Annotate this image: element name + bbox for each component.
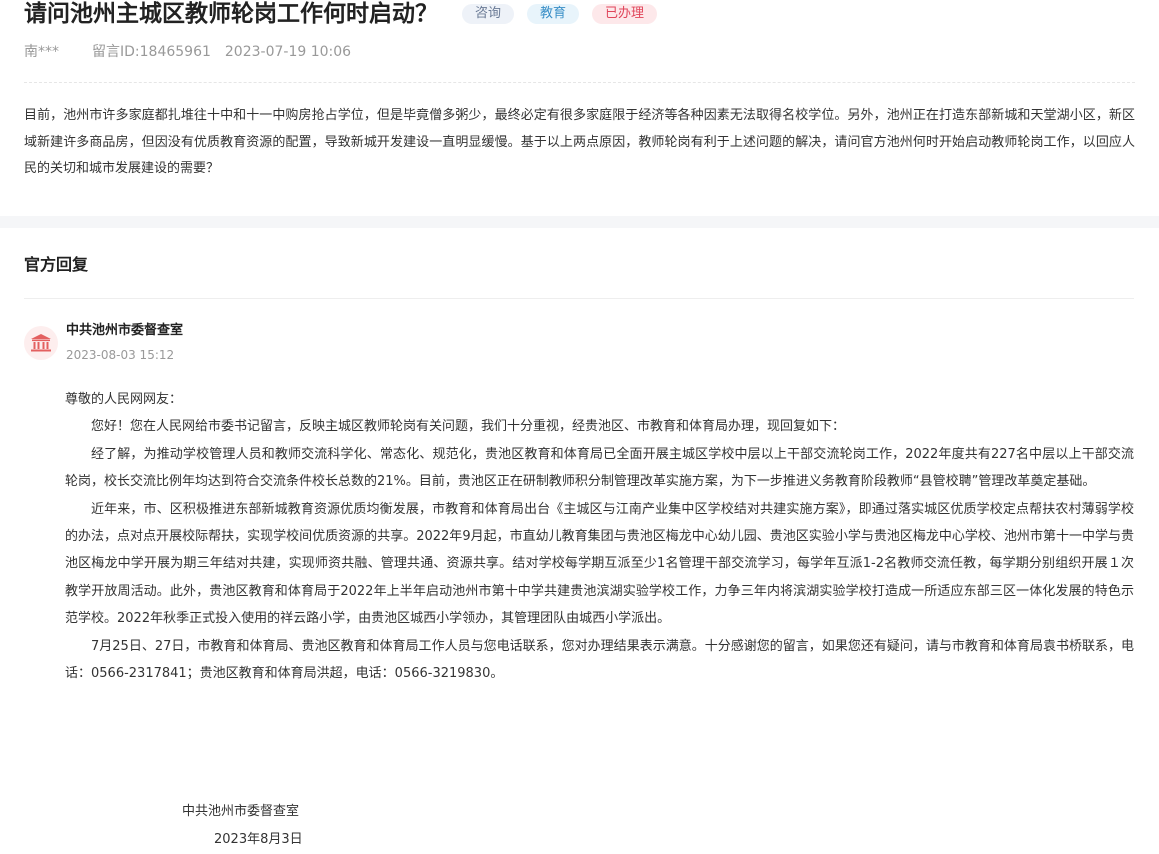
reply-body: 尊敬的人民网网友： 您好！您在人民网给市委书记留言，反映主城区教师轮岗有关问题，… xyxy=(65,386,1134,687)
reply-paragraph: 您好！您在人民网给市委书记留言，反映主城区教师轮岗有关问题，我们十分重视，经贵池… xyxy=(91,419,846,435)
question-title: 请问池州主城区教师轮岗工作何时启动？ xyxy=(24,1,438,27)
reply-datetime: 2023-08-03 15:12 xyxy=(66,348,175,362)
reply-org: 中共池州市委督查室 2023-08-03 15:12 xyxy=(24,323,1134,363)
signature-org: 中共池州市委督查室 xyxy=(182,804,300,819)
reply-paragraph: 经了解，为推动学校管理人员和教师交流科学化、常态化、规范化，贵池区教育和体育局已… xyxy=(65,446,1134,490)
title-row: 请问池州主城区教师轮岗工作何时启动？ 咨询 教育 已办理 xyxy=(24,0,1135,30)
reply-paragraph: 近年来，市、区积极推进东部新城教育资源优质均衡发展，市教育和体育局出台《主城区与… xyxy=(65,501,1134,627)
question-meta: 南*** 留言ID:18465961 2023-07-19 10:06 xyxy=(24,41,1135,63)
org-info: 中共池州市委督查室 2023-08-03 15:12 xyxy=(66,323,183,363)
official-reply-section: 官方回复 中共池州市委督查室 2023-08-03 15:12 尊敬的人民网网友… xyxy=(24,252,1134,687)
divider xyxy=(24,82,1135,83)
reply-signature: 中共池州市委督查室 2023年8月3日 xyxy=(182,798,303,854)
reply-greeting: 尊敬的人民网网友： xyxy=(65,392,183,407)
government-building-icon xyxy=(24,326,58,360)
reply-paragraph: 7月25日、27日，市教育和体育局、贵池区教育和体育局工作人员与您电话联系，您对… xyxy=(65,638,1134,682)
reply-heading: 官方回复 xyxy=(24,255,89,274)
author-name: 南*** xyxy=(24,44,59,60)
signature-date: 2023年8月3日 xyxy=(214,832,303,847)
org-name: 中共池州市委督查室 xyxy=(66,323,184,338)
question-datetime: 2023-07-19 10:06 xyxy=(224,44,352,60)
status-badge: 已办理 xyxy=(592,4,658,24)
message-id: 留言ID:18465961 xyxy=(92,44,211,60)
divider xyxy=(24,298,1134,299)
question-body: 目前，池州市许多家庭都扎堆往十中和十一中购房抢占学位，但是毕竟僧多粥少，最终必定… xyxy=(24,108,1135,176)
tag-consult[interactable]: 咨询 xyxy=(462,4,515,24)
page: 请问池州主城区教师轮岗工作何时启动？ 咨询 教育 已办理 南*** 留言ID:1… xyxy=(0,0,1159,852)
tag-category[interactable]: 教育 xyxy=(527,4,580,24)
question-section: 请问池州主城区教师轮岗工作何时启动？ 咨询 教育 已办理 南*** 留言ID:1… xyxy=(0,0,1159,183)
section-separator xyxy=(0,216,1159,228)
